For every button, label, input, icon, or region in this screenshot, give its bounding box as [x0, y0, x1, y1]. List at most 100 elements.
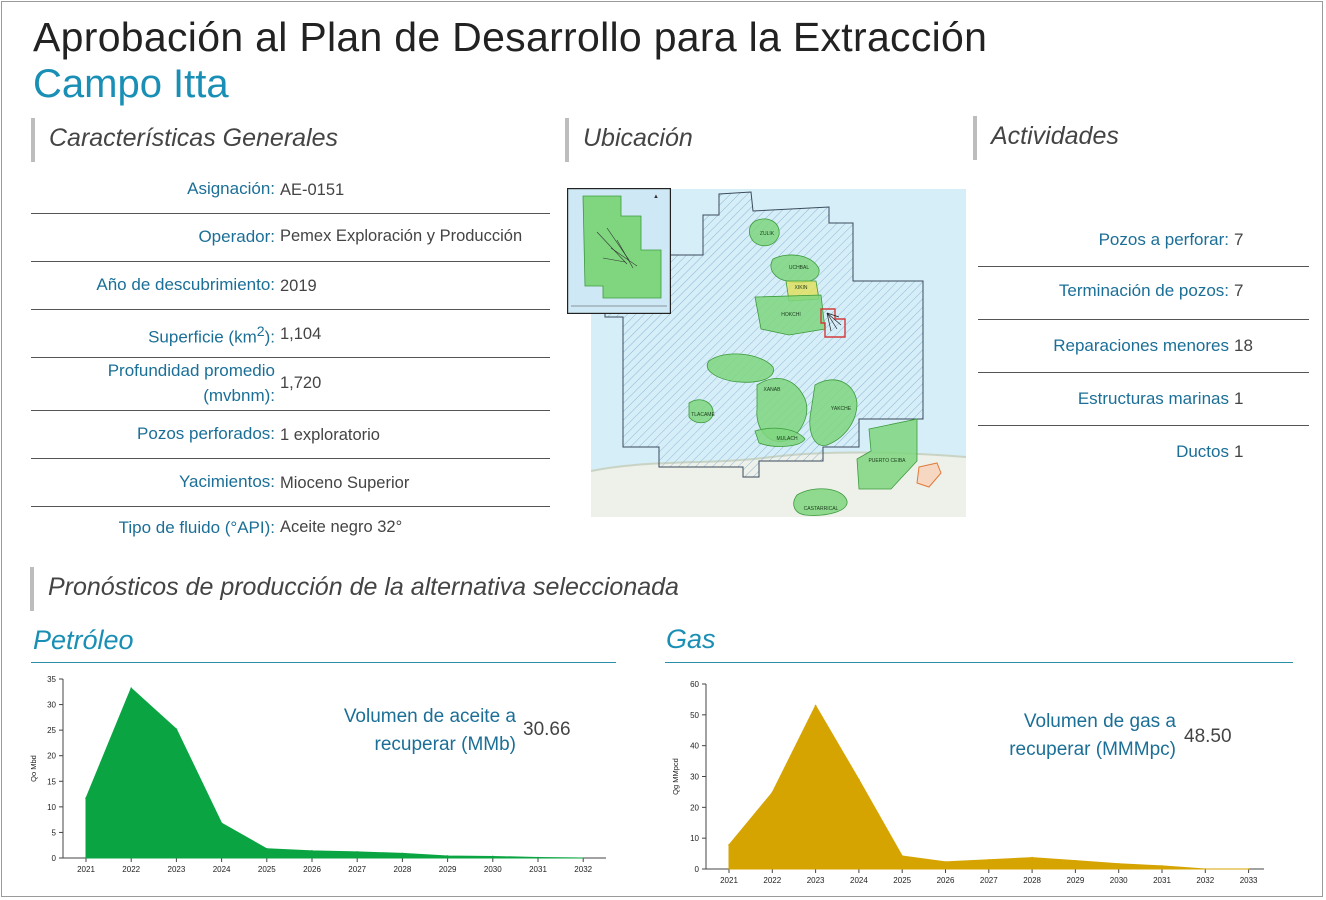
y-tick-label: 15 — [47, 777, 56, 786]
map-label: TLACAME — [691, 412, 715, 418]
x-tick-label: 2028 — [394, 865, 412, 874]
y-tick-label: 50 — [690, 711, 699, 720]
general-row-label: Operador: — [198, 227, 275, 246]
x-tick-label: 2030 — [1110, 876, 1128, 885]
map-label: XIKIN — [794, 285, 807, 291]
general-row: Tipo de fluido (°API): Aceite negro 32° — [31, 507, 550, 547]
gas-volume-value: 48.50 — [1184, 726, 1232, 747]
oil-volume-value: 30.66 — [523, 719, 571, 740]
general-row-value: 1,104 — [280, 325, 322, 343]
data-point — [175, 728, 178, 730]
y-tick-label: 0 — [695, 865, 700, 874]
x-tick-label: 2026 — [303, 865, 321, 874]
general-row: Yacimientos: Mioceno Superior — [31, 459, 550, 507]
general-row-value: Mioceno Superior — [280, 474, 410, 492]
activity-row-value: 7 — [1234, 230, 1244, 249]
y-tick-label: 10 — [690, 834, 699, 843]
general-row: Profundidad promedio (mvbnm): 1,720 — [31, 358, 550, 411]
section-forecast-heading: Pronósticos de producción de la alternat… — [30, 567, 930, 611]
activity-row: Pozos a perforar: 7 — [978, 216, 1309, 267]
activity-row-label: Ductos — [1176, 442, 1229, 461]
x-tick-label: 2032 — [574, 865, 592, 874]
general-row: Pozos perforados: 1 exploratorio — [31, 411, 550, 459]
data-point — [537, 856, 539, 859]
x-tick-label: 2021 — [720, 876, 738, 885]
general-row: Operador: Pemex Exploración y Producción — [31, 214, 550, 262]
data-point — [1247, 868, 1250, 870]
data-point — [728, 844, 730, 846]
x-tick-label: 2023 — [168, 865, 186, 874]
data-point — [858, 778, 860, 781]
data-point — [1031, 856, 1033, 859]
data-point — [1204, 868, 1207, 870]
inset-map: ▲ — [567, 188, 671, 314]
x-tick-label: 2029 — [1067, 876, 1085, 885]
activity-row-label: Estructuras marinas — [1077, 389, 1229, 408]
map-label: HOKCHI — [781, 312, 800, 318]
general-row: Superficie (km2): 1,104 — [31, 310, 550, 358]
map-label: UCHBAL — [789, 265, 810, 271]
general-row: Asignación: AE-0151 — [31, 166, 550, 214]
data-point — [492, 855, 494, 858]
general-row-label: Profundidad promedio (mvbnm): — [107, 361, 275, 405]
oil-heading-rule — [31, 662, 616, 663]
activity-row-label: Terminación de pozos: — [1058, 281, 1229, 300]
activity-row-value: 1 — [1234, 389, 1244, 408]
general-row: Año de descubrimiento: 2019 — [31, 262, 550, 310]
data-point — [130, 687, 132, 690]
data-point — [446, 855, 449, 857]
activity-row: Terminación de pozos: 7 — [978, 267, 1309, 320]
data-point — [1074, 859, 1077, 862]
general-row-label: Yacimientos: — [178, 472, 275, 491]
general-row-value: AE-0151 — [280, 181, 345, 199]
oil-chart-heading: Petróleo — [33, 625, 134, 655]
data-point — [771, 791, 774, 794]
gas-heading-rule — [665, 662, 1293, 663]
x-tick-label: 2028 — [1023, 876, 1041, 885]
data-point — [944, 861, 947, 863]
general-row-label: Asignación: — [187, 179, 275, 198]
map-label: ZULIK — [760, 231, 775, 237]
data-point — [356, 851, 359, 853]
y-tick-label: 10 — [47, 803, 56, 812]
x-tick-label: 2029 — [439, 865, 457, 874]
y-tick-label: 20 — [47, 752, 56, 761]
general-row-label: Tipo de fluido (°API): — [118, 518, 275, 537]
activity-row-value: 18 — [1234, 336, 1253, 355]
x-tick-label: 2023 — [807, 876, 825, 885]
y-tick-label: 60 — [690, 680, 699, 689]
activity-row-value: 1 — [1234, 442, 1244, 461]
x-tick-label: 2031 — [529, 865, 547, 874]
oil-volume-label: Volumen de aceite a recuperar (MMb) — [343, 706, 516, 755]
activity-row-label: Reparaciones menores — [1053, 336, 1229, 355]
section-location-heading: Ubicación — [565, 118, 945, 162]
gas-volume-label: Volumen de gas a recuperar (MMMpc) — [1009, 711, 1176, 760]
map-label: MULACH — [776, 436, 798, 442]
activity-row-value: 7 — [1234, 281, 1244, 300]
x-tick-label: 2032 — [1196, 876, 1214, 885]
map-label: PUERTO CEIBA — [868, 458, 906, 464]
map-label: CASTARRICAL — [804, 506, 839, 512]
x-tick-label: 2024 — [850, 876, 868, 885]
y-tick-label: 40 — [690, 742, 699, 751]
general-row-value: 1,720 — [280, 374, 322, 392]
map-label: YAKCHE — [831, 406, 852, 412]
y-axis-label: Qg MMpcd — [671, 758, 680, 795]
x-tick-label: 2022 — [763, 876, 781, 885]
data-point — [1117, 862, 1120, 865]
north-arrow-icon: ▲ — [653, 194, 659, 200]
general-row-label: Superficie (km2): — [148, 324, 275, 347]
y-tick-label: 5 — [52, 828, 57, 837]
data-point — [220, 822, 223, 825]
y-tick-label: 25 — [47, 726, 56, 735]
general-row-value: Aceite negro 32° — [280, 518, 403, 536]
gas-chart-heading: Gas — [666, 624, 716, 654]
data-point — [1161, 865, 1163, 867]
data-point — [401, 852, 404, 855]
general-row-value: 1 exploratorio — [280, 426, 380, 444]
y-tick-label: 35 — [47, 675, 56, 684]
activity-row: Estructuras marinas 1 — [978, 373, 1309, 426]
activity-row: Reparaciones menores 18 — [978, 320, 1309, 373]
y-axis-label: Qo Mbd — [29, 755, 38, 782]
data-point — [814, 704, 817, 707]
